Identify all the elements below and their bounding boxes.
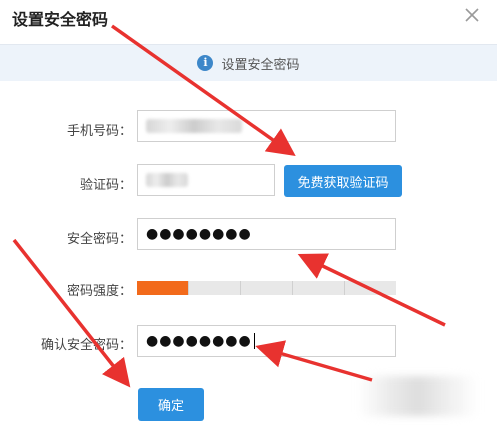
phone-label: 手机号码：	[66, 124, 132, 139]
phone-input[interactable]	[137, 110, 396, 142]
code-masked-value	[146, 173, 188, 187]
strength-segment	[293, 281, 345, 295]
send-code-button[interactable]: 免费获取验证码	[284, 165, 402, 197]
confirm-password-input[interactable]: ●●●●●●●●	[137, 325, 396, 357]
password-label: 安全密码：	[66, 232, 132, 247]
strength-segment	[241, 281, 293, 295]
strength-segment	[189, 281, 241, 295]
close-icon[interactable]	[462, 5, 482, 25]
password-input[interactable]: ●●●●●●●●	[137, 218, 396, 250]
set-security-password-dialog: 设置安全密码 i 设置安全密码 手机号码： 验证码： 免费获取验证码 安全密码：…	[0, 0, 497, 439]
info-icon: i	[197, 55, 214, 71]
strength-segment	[137, 281, 189, 295]
arrow-to-submit	[12, 238, 131, 388]
text-caret	[253, 333, 255, 349]
phone-masked-value	[146, 119, 242, 133]
strength-segment	[345, 281, 396, 295]
dialog-title: 设置安全密码	[12, 10, 109, 29]
info-text: 设置安全密码	[221, 57, 300, 73]
password-value: ●●●●●●●●	[146, 226, 252, 242]
password-strength-meter	[137, 281, 396, 295]
strength-label: 密码强度：	[66, 284, 132, 299]
confirm-password-value: ●●●●●●●●	[146, 326, 255, 356]
watermark-blur	[358, 376, 478, 416]
confirm-password-label: 确认安全密码：	[40, 338, 132, 353]
info-bar: i 设置安全密码	[0, 44, 497, 81]
submit-button[interactable]: 确定	[138, 388, 204, 421]
code-label: 验证码：	[79, 178, 132, 193]
verification-code-input[interactable]	[137, 164, 275, 196]
